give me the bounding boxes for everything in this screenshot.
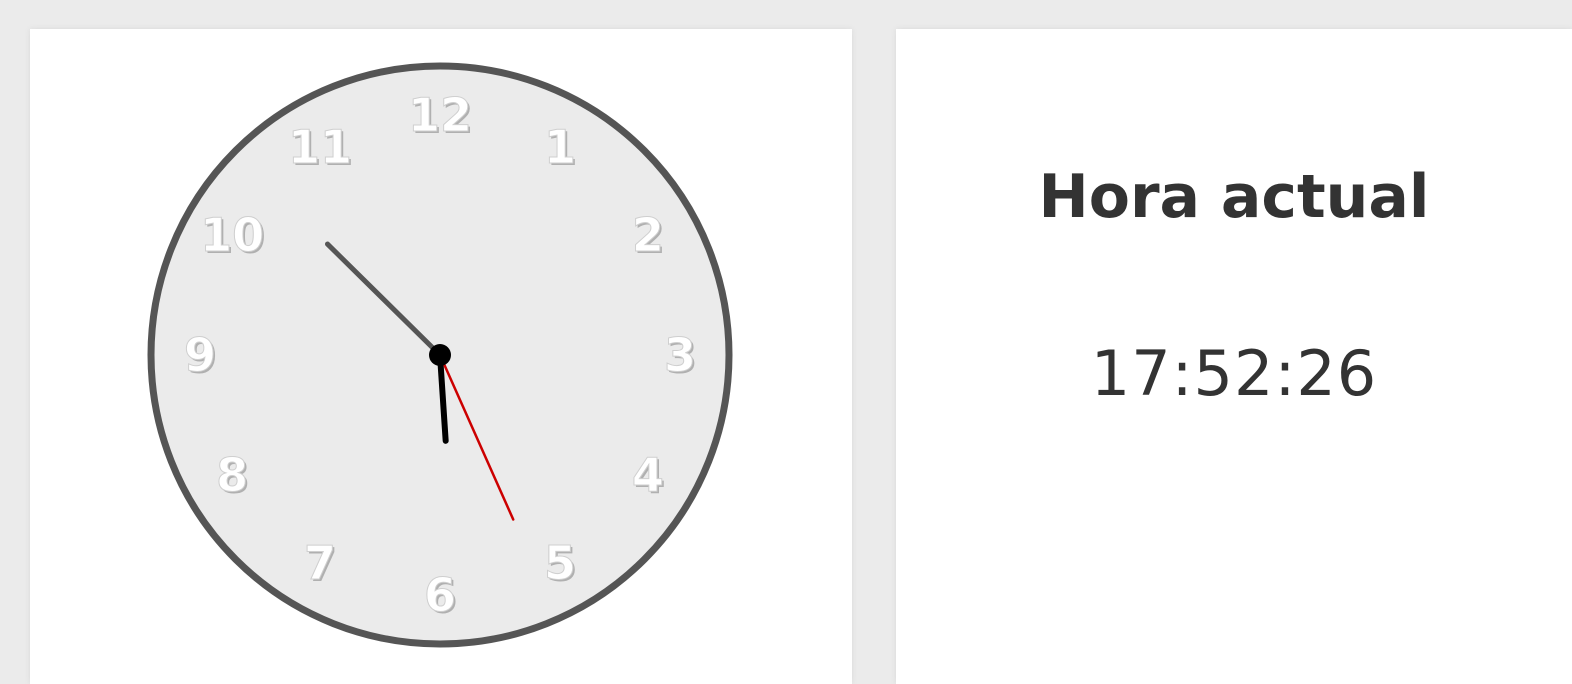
analog-clock: 121211223344556677889910101111 (147, 62, 733, 648)
time-panel: Hora actual 17:52:26 (896, 29, 1572, 684)
clock-numeral: 11 (288, 120, 352, 174)
clock-numeral: 12 (408, 88, 472, 142)
clock-numeral: 2 (632, 208, 664, 262)
clock-numeral: 8 (216, 448, 248, 502)
clock-numeral: 4 (632, 448, 664, 502)
clock-numeral: 10 (200, 208, 264, 262)
clock-numeral: 7 (304, 536, 336, 590)
clock-numeral: 5 (544, 536, 576, 590)
clock-numeral: 9 (184, 328, 216, 382)
clock-numeral: 6 (424, 568, 456, 622)
clock-numeral: 3 (664, 328, 696, 382)
digital-time: 17:52:26 (1090, 337, 1378, 410)
clock-numeral: 1 (544, 120, 576, 174)
clock-panel: 12 12 1 1 2 2 3 3 4 4 5 5 6 6 7 7 8 8 9 9 10 10 11 11 (30, 29, 852, 684)
time-title: Hora actual (1038, 162, 1430, 232)
clock-center-pin (429, 344, 451, 366)
